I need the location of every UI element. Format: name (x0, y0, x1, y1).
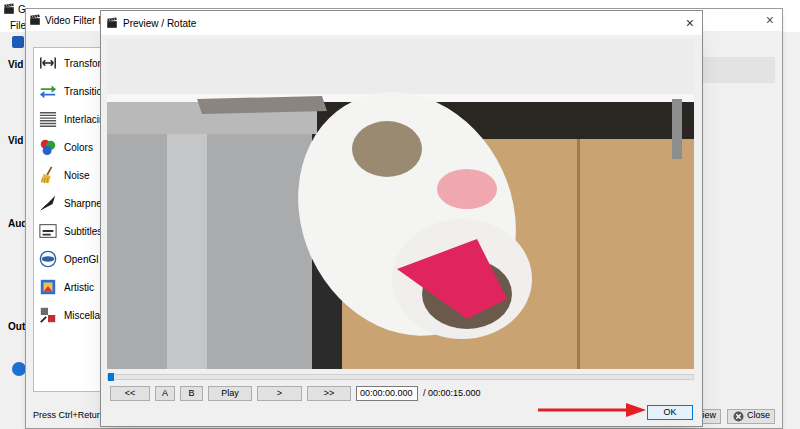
menu-item[interactable]: File (10, 18, 26, 33)
category-label: Artistic (64, 280, 94, 295)
play-button[interactable]: Play (208, 386, 252, 401)
preview-body: <<ABPlay>>>00:00:00.000/ 00:00:15.000OK (101, 35, 702, 420)
opengl-icon (39, 250, 57, 268)
section-label: Vid (8, 133, 23, 148)
preview-dialog: Preview / Rotate×<<ABPlay>>>00:00:00.000… (100, 10, 703, 427)
category-label: Colors (64, 140, 93, 155)
miscellaneous-icon (39, 306, 57, 324)
toolbar-icon[interactable] (12, 36, 24, 48)
close-icon (733, 411, 744, 422)
seek-thumb[interactable] (108, 373, 114, 381)
rewind-button[interactable]: << (110, 386, 150, 401)
colors-icon (39, 138, 57, 156)
transition-icon (39, 82, 57, 100)
preview-title: Preview / Rotate (123, 16, 196, 31)
video-frame (107, 39, 694, 369)
preview-title-bar: Preview / Rotate × (101, 11, 702, 35)
button-label: Close (747, 409, 770, 423)
next-frame-button[interactable]: > (257, 386, 302, 401)
marker-b-button[interactable]: B (180, 386, 203, 401)
clapperboard-icon (3, 3, 15, 15)
marker-a-button[interactable]: A (155, 386, 175, 401)
noise-icon (39, 166, 57, 184)
sharpness-icon (39, 194, 57, 212)
forward-button[interactable]: >> (307, 386, 351, 401)
clapperboard-icon (29, 14, 41, 26)
close-button[interactable]: × (766, 13, 774, 27)
duration-label: / 00:00:15.000 (423, 387, 481, 401)
category-label: Subtitles (64, 224, 102, 239)
interlacing-icon (39, 110, 57, 128)
ok-button[interactable]: OK (647, 405, 693, 420)
red-arrow-icon (538, 402, 646, 418)
dialog-buttons: OK (107, 405, 696, 420)
category-label: OpenGl (64, 252, 98, 267)
clapperboard-icon (106, 17, 118, 29)
artistic-icon (39, 278, 57, 296)
transform-icon (39, 54, 57, 72)
section-label: Out (8, 319, 25, 334)
subtitles-icon (39, 222, 57, 240)
section-label: Vid (8, 57, 23, 72)
playback-controls: <<ABPlay>>>00:00:00.000/ 00:00:15.000 (107, 386, 696, 401)
close-button[interactable]: Close (727, 409, 775, 424)
time-field[interactable]: 00:00:00.000 (356, 386, 418, 401)
seek-track[interactable] (107, 374, 694, 380)
category-label: Noise (64, 168, 90, 183)
play-icon[interactable] (12, 362, 26, 376)
close-button[interactable]: × (686, 16, 694, 30)
